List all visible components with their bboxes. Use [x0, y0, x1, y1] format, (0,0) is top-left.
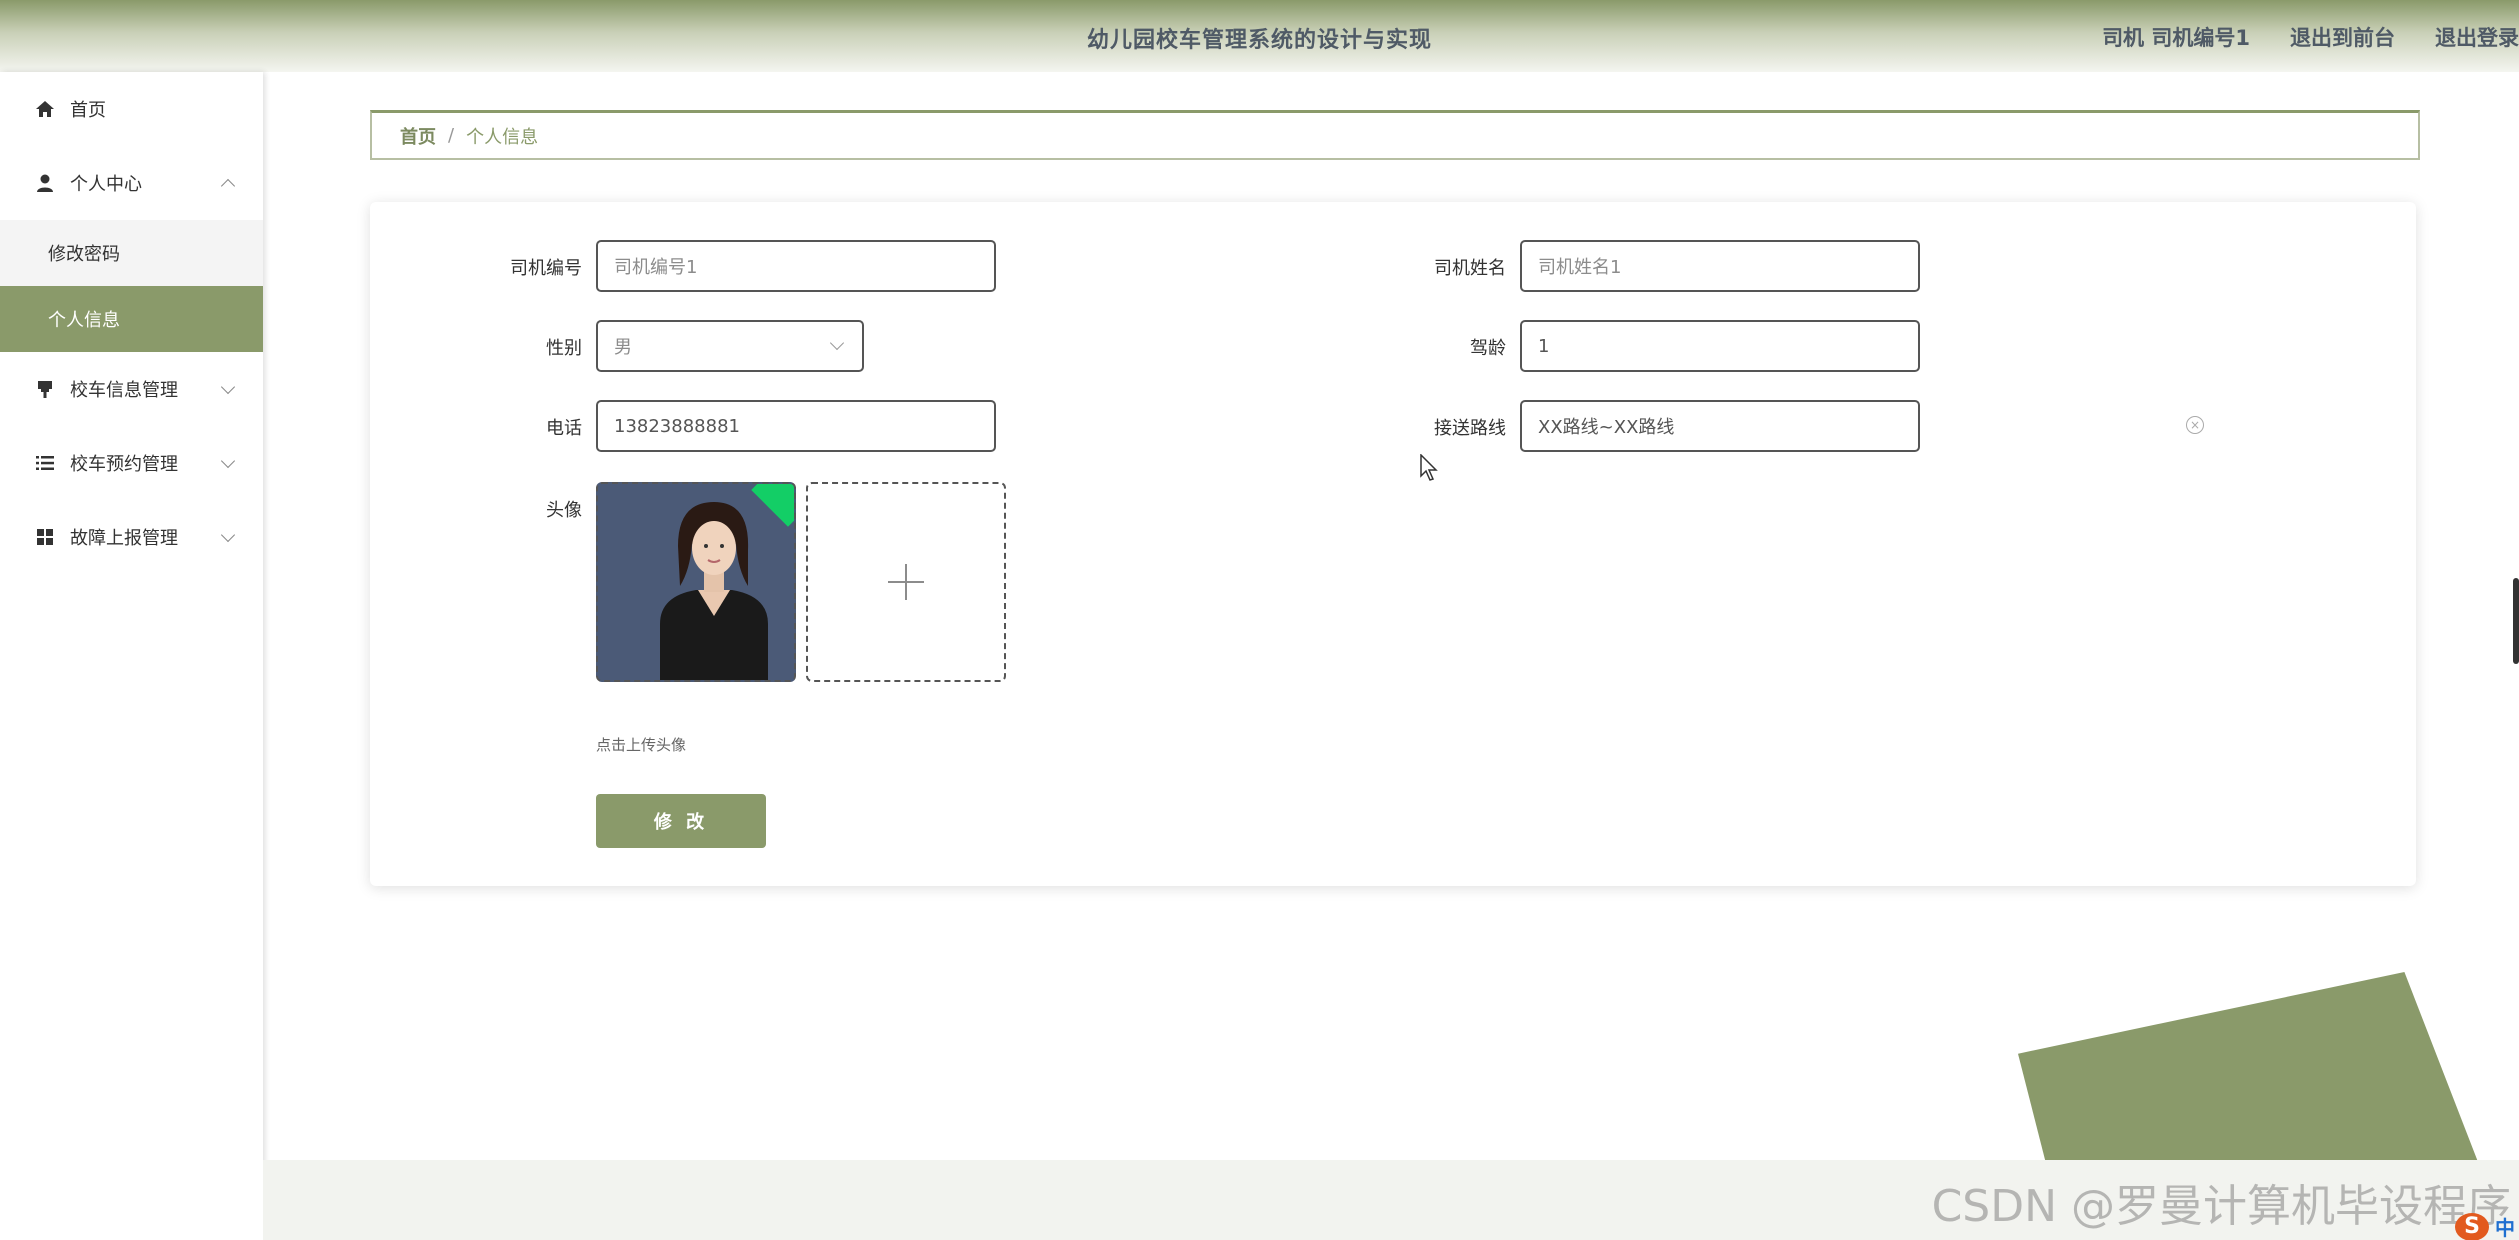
breadcrumb-current: 个人信息: [466, 126, 539, 148]
chevron-down-icon: [220, 453, 236, 469]
user-icon: [34, 172, 56, 194]
list-icon: [34, 452, 56, 474]
ime-logo-icon[interactable]: S: [2455, 1212, 2489, 1240]
sidebar-item-bus-booking[interactable]: 校车预约管理: [0, 426, 263, 500]
exit-to-front-link[interactable]: 退出到前台: [2290, 22, 2395, 52]
avatar-label: 头像: [546, 500, 582, 521]
sidebar-subitem-change-password[interactable]: 修改密码: [0, 220, 263, 286]
clear-icon[interactable]: ×: [2186, 416, 2204, 434]
sidebar-item-home[interactable]: 首页: [0, 72, 263, 146]
phone-label: 电话: [546, 418, 582, 439]
experience-label: 驾龄: [1470, 338, 1506, 359]
plus-icon: [888, 564, 924, 600]
watermark: CSDN @罗曼计算机毕设程序: [1931, 1181, 2511, 1232]
logout-link[interactable]: 退出登录: [2435, 22, 2519, 52]
upload-hint: 点击上传头像: [596, 736, 687, 754]
header-actions: 司机 司机编号1 退出到前台 退出登录: [2102, 22, 2519, 52]
sidebar-item-fault-report[interactable]: 故障上报管理: [0, 500, 263, 574]
top-header: 幼儿园校车管理系统的设计与实现 司机 司机编号1 退出到前台 退出登录: [0, 0, 2519, 72]
sidebar-menu: 首页 个人中心 修改密码 个人信息 校车信息管理 校车预约管理 故障上报管理: [0, 72, 263, 1240]
system-tray: S 中: [2455, 1212, 2515, 1240]
page-scrollbar[interactable]: [2513, 578, 2519, 664]
experience-input[interactable]: 1: [1520, 320, 1920, 372]
avatar-photo: [598, 484, 794, 680]
ime-mode-indicator[interactable]: 中: [2495, 1212, 2515, 1240]
profile-form-card: 司机编号 司机编号1 司机姓名 司机姓名1 性别 男 驾龄 1 电话 13823…: [370, 202, 2416, 886]
home-icon: [34, 98, 56, 120]
breadcrumb-home[interactable]: 首页: [400, 123, 436, 149]
sidebar-item-personal-center[interactable]: 个人中心: [0, 146, 263, 220]
chevron-up-icon: [220, 178, 236, 194]
user-info: 司机 司机编号1: [2102, 26, 2250, 50]
decorative-shape: [2018, 972, 2478, 1162]
chevron-down-icon: [220, 379, 236, 395]
chevron-down-icon: [220, 527, 236, 543]
breadcrumb: 首页 / 个人信息: [370, 110, 2420, 160]
update-button[interactable]: 修 改: [596, 794, 766, 848]
sidebar-item-label: 首页: [70, 100, 106, 121]
sidebar-item-bus-info[interactable]: 校车信息管理: [0, 352, 263, 426]
page: 幼儿园校车管理系统的设计与实现 司机 司机编号1 退出到前台 退出登录 首页 个…: [0, 0, 2519, 1240]
route-label: 接送路线: [1434, 418, 1506, 439]
driver-name-input[interactable]: 司机姓名1: [1520, 240, 1920, 292]
gender-select-value: 男: [614, 337, 632, 358]
route-input[interactable]: XX路线~XX路线: [1520, 400, 1920, 452]
breadcrumb-separator: /: [448, 125, 455, 146]
sidebar-subitem-personal-info[interactable]: 个人信息: [0, 286, 263, 352]
sidebar-item-label: 个人中心: [70, 174, 142, 195]
chevron-down-icon: [829, 335, 845, 351]
grid-icon: [34, 526, 56, 548]
driver-no-input[interactable]: 司机编号1: [596, 240, 996, 292]
driver-name-label: 司机姓名: [1434, 258, 1506, 279]
driver-no-label: 司机编号: [510, 258, 582, 279]
sidebar-item-label: 校车预约管理: [70, 454, 178, 475]
gender-select[interactable]: 男: [596, 320, 864, 372]
avatar-preview[interactable]: [596, 482, 796, 682]
phone-input[interactable]: 13823888881: [596, 400, 996, 452]
sidebar-item-label: 校车信息管理: [70, 380, 178, 401]
mouse-cursor-icon: [1420, 454, 1438, 481]
avatar-upload-button[interactable]: [806, 482, 1006, 682]
bus-stop-icon: [34, 378, 56, 400]
sidebar-item-label: 故障上报管理: [70, 528, 178, 549]
gender-label: 性别: [546, 338, 582, 359]
